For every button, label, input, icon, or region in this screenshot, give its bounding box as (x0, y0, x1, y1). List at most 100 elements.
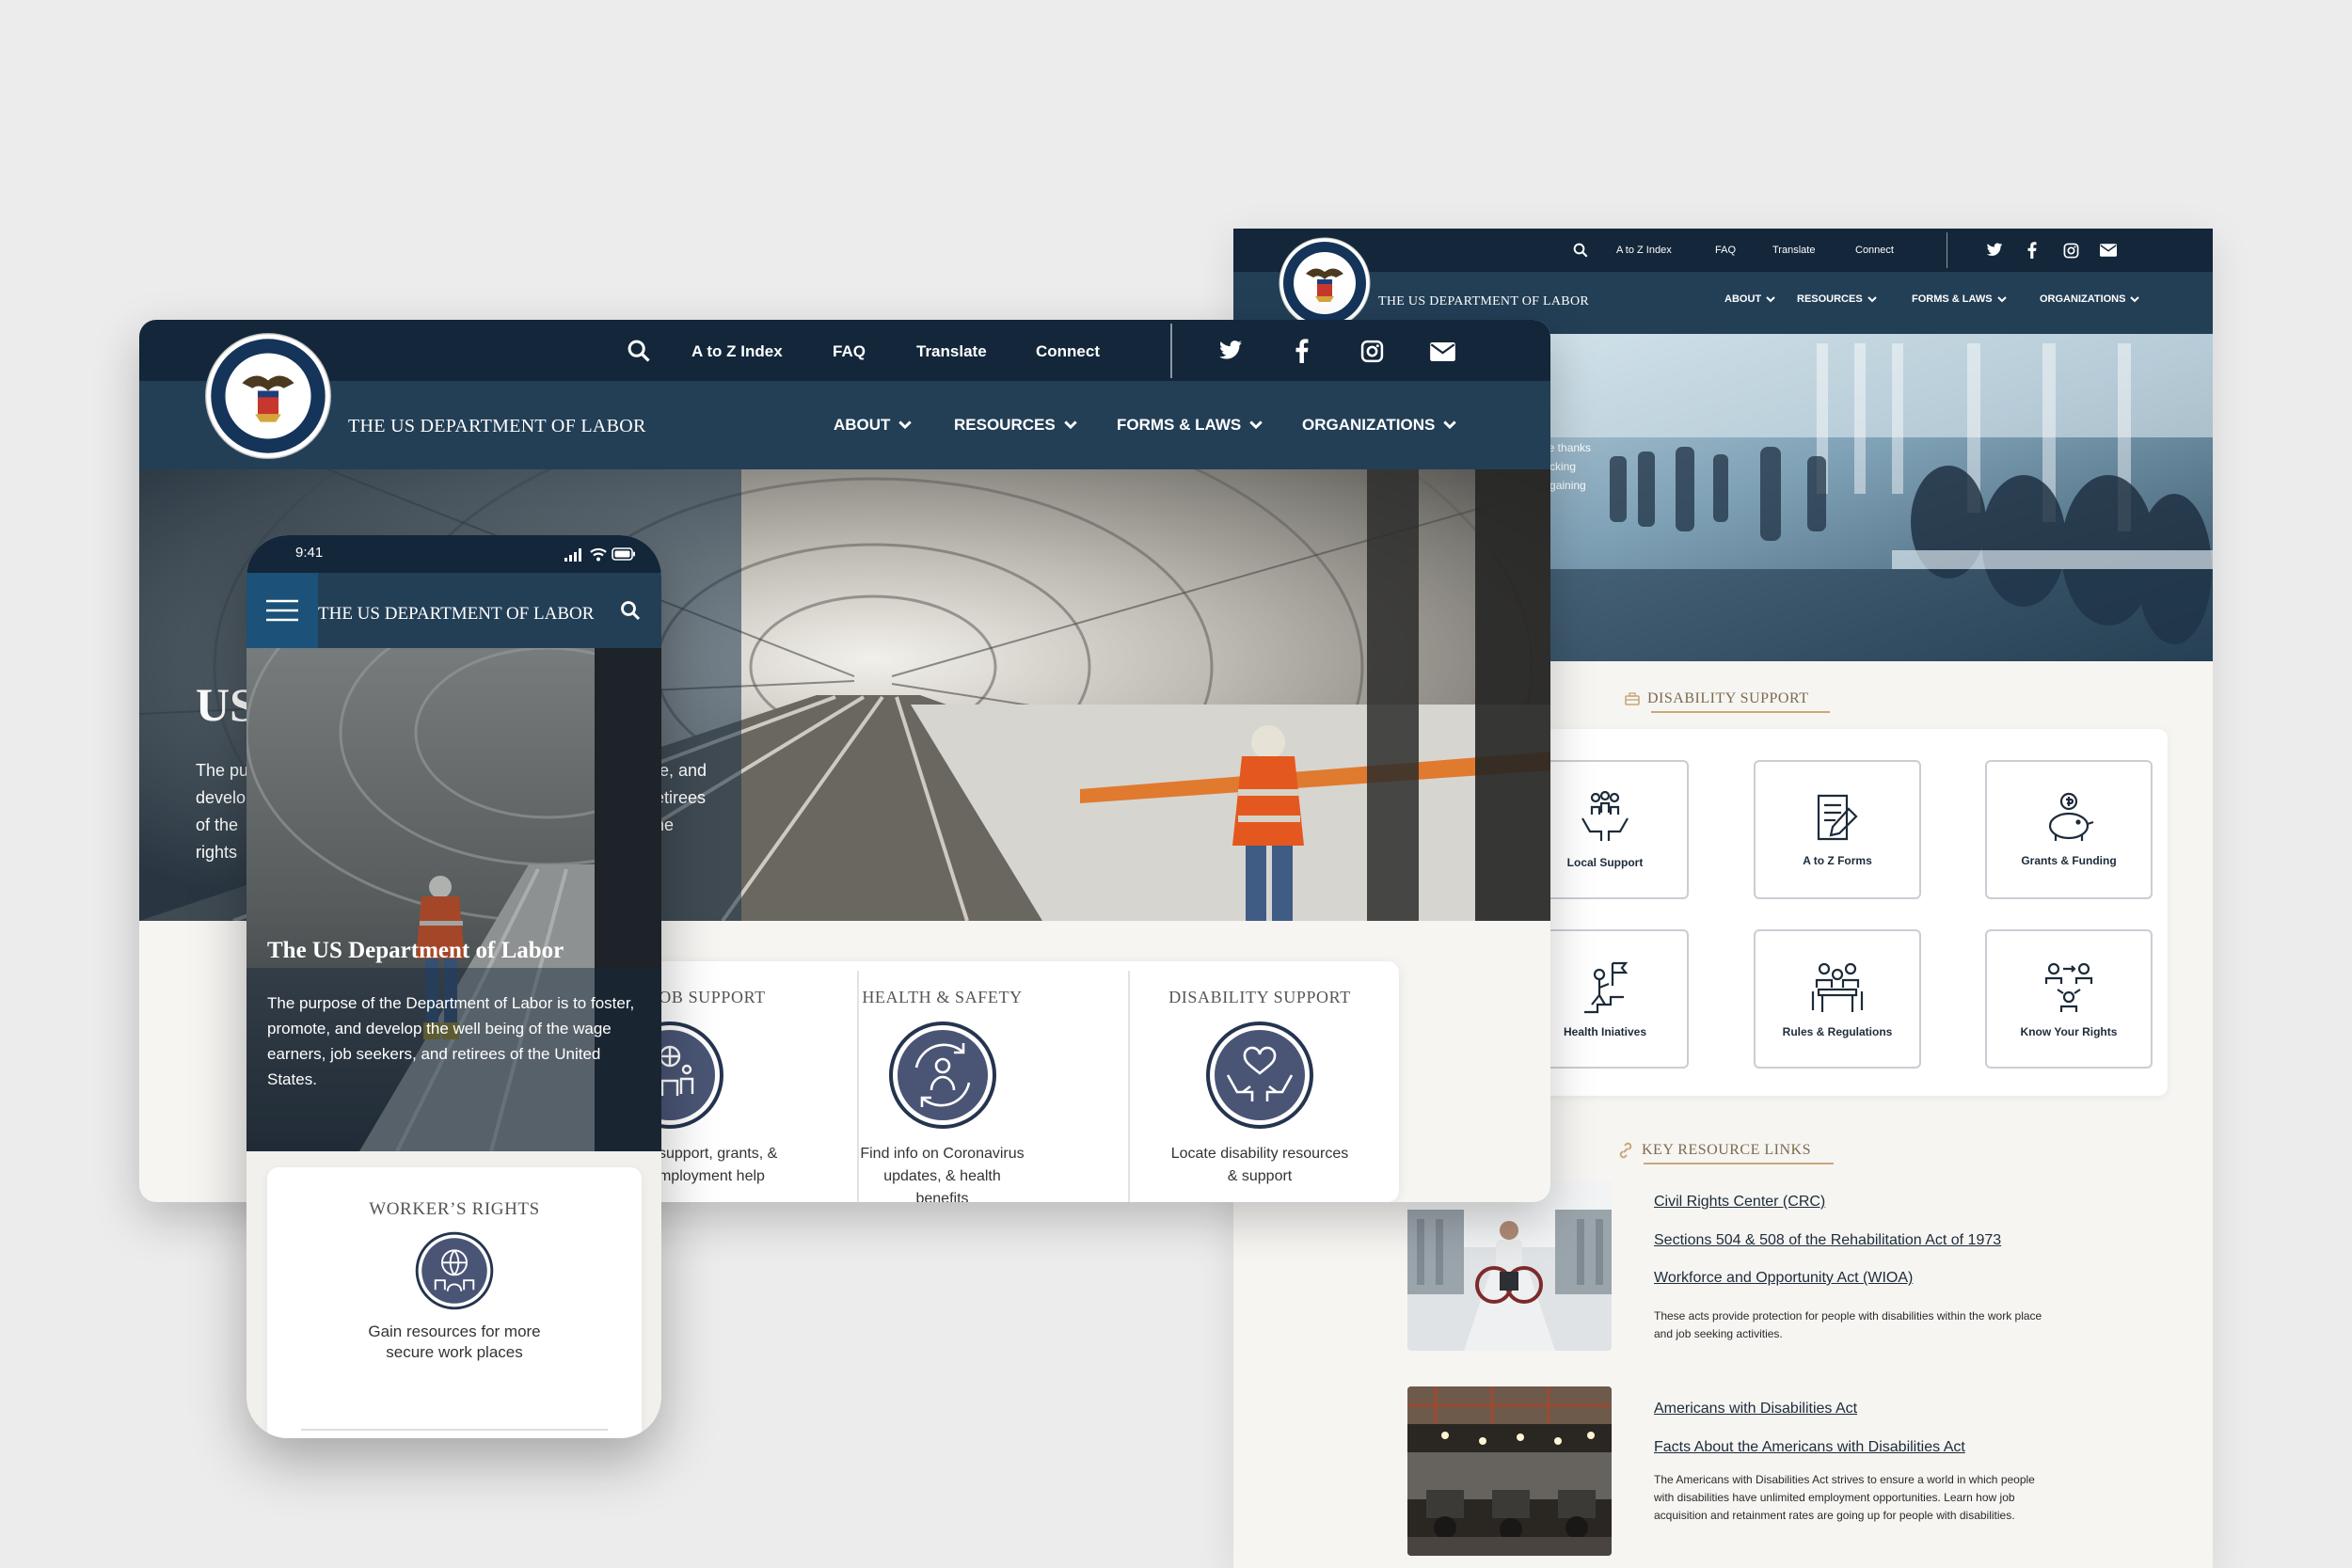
divider (1170, 324, 1172, 378)
heading-underline (1644, 1163, 1834, 1164)
card-a-to-z-forms[interactable]: A to Z Forms (1754, 760, 1921, 899)
link-ada[interactable]: Americans with Disabilities Act (1654, 1401, 1857, 1418)
card-heading: OB SUPPORT (659, 988, 766, 1006)
nav-about[interactable]: ABOUT (1724, 293, 1775, 305)
hero-title: The US Department of Labor (267, 938, 564, 963)
link-facts-ada[interactable]: Facts About the Americans with Disabilit… (1654, 1439, 1965, 1456)
hero-body: The purpose of the Department of Labor i… (267, 994, 635, 1088)
hands-people-icon (1581, 790, 1629, 841)
group1-description: These acts provide protection for people… (1654, 1309, 2042, 1340)
email-icon[interactable] (1430, 342, 1455, 361)
service-cards-panel: OB SUPPORT ob support, grants, & employm… (616, 961, 1399, 1202)
card-health-safety[interactable]: HEALTH & SAFETY Find info on Coronavirus… (860, 961, 1025, 1202)
card-text: Find info on Coronavirus updates, & heal… (860, 1146, 1025, 1202)
battery-icon (612, 547, 636, 561)
twitter-icon[interactable] (1218, 341, 1243, 361)
card-heading: DISABILITY SUPPORT (1168, 988, 1351, 1006)
utility-link-connect[interactable]: Connect (1036, 342, 1100, 361)
nav-forms-laws[interactable]: FORMS & LAWS (1117, 416, 1263, 435)
person-refresh-icon (888, 1021, 997, 1130)
card-text: Locate disability resources & support (1170, 1146, 1349, 1184)
section-title: DISABILITY SUPPORT (1647, 690, 1809, 706)
link-sections-504-508[interactable]: Sections 504 & 508 of the Rehabilitation… (1654, 1232, 2001, 1249)
status-time: 9:41 (295, 545, 324, 561)
card-rules-regulations[interactable]: Rules & Regulations (1754, 929, 1921, 1069)
chevron-down-icon (1867, 295, 1877, 302)
search-icon[interactable] (1572, 241, 1589, 260)
nav-label: ABOUT (1724, 293, 1762, 305)
menu-icon (266, 599, 298, 622)
instagram-icon[interactable] (2063, 241, 2079, 260)
utility-link-translate[interactable]: Translate (1772, 245, 1815, 256)
hero-body-right: te, and etirees he (655, 757, 707, 839)
heading-underline (1651, 711, 1830, 713)
utility-link-a-to-z[interactable]: A to Z Index (691, 342, 783, 361)
utility-link-faq[interactable]: FAQ (1715, 245, 1736, 256)
chevron-down-icon (1766, 295, 1775, 302)
utility-link-connect[interactable]: Connect (1855, 245, 1894, 256)
mobile-mockup: 9:41 THE US DEPARTMENT OF LABOR The US D… (246, 535, 661, 1438)
search-icon[interactable] (619, 599, 642, 622)
hamburger-menu-button[interactable] (246, 573, 318, 648)
card-workers-rights[interactable]: WORKER’S RIGHTS Gain resources for more … (267, 1167, 642, 1438)
card-label: Health Iniatives (1563, 1025, 1647, 1038)
instagram-icon[interactable] (1360, 340, 1384, 363)
card-label: Know Your Rights (2020, 1025, 2118, 1038)
utility-link-a-to-z[interactable]: A to Z Index (1616, 245, 1672, 256)
agency-name[interactable]: THE US DEPARTMENT OF LABOR (348, 416, 646, 437)
disability-support-heading: DISABILITY SUPPORT (1625, 690, 1830, 713)
heart-hands-icon (1205, 1021, 1314, 1130)
card-grants-funding[interactable]: Grants & Funding (1985, 760, 2153, 899)
nav-organizations[interactable]: ORGANIZATIONS (1302, 416, 1457, 435)
card-label: Rules & Regulations (1782, 1025, 1893, 1038)
twitter-icon[interactable] (1986, 241, 2003, 260)
nav-resources[interactable]: RESOURCES (1797, 293, 1877, 305)
facebook-icon[interactable] (1295, 339, 1309, 363)
utility-link-faq[interactable]: FAQ (833, 342, 866, 361)
link-civil-rights-center[interactable]: Civil Rights Center (CRC) (1654, 1194, 1825, 1211)
meeting-table-icon (1811, 962, 1864, 1012)
wifi-icon (589, 547, 608, 562)
chevron-down-icon (898, 420, 913, 430)
briefcase-icon (1625, 692, 1640, 705)
email-icon[interactable] (2100, 241, 2117, 260)
wheelchair-user-photo (1407, 1181, 1612, 1351)
document-pencil-icon (1817, 794, 1858, 841)
card-know-your-rights[interactable]: Know Your Rights (1985, 929, 2153, 1069)
link-icon (1619, 1142, 1632, 1159)
chevron-down-icon (2130, 295, 2140, 302)
chevron-down-icon (1443, 420, 1457, 430)
nav-resources[interactable]: RESOURCES (954, 416, 1078, 435)
nav-label: ABOUT (834, 416, 891, 434)
department-seal-logo[interactable] (203, 331, 333, 461)
person-flag-icon (1584, 961, 1629, 1014)
divider (1128, 971, 1130, 1202)
nav-label: FORMS & LAWS (1912, 293, 1993, 305)
agency-name[interactable]: THE US DEPARTMENT OF LABOR (1378, 294, 1589, 309)
department-seal-logo[interactable] (1278, 236, 1372, 330)
nav-organizations[interactable]: ORGANIZATIONS (2040, 293, 2140, 305)
people-exchange-icon (2044, 962, 2093, 1012)
link-wioa[interactable]: Workforce and Opportunity Act (WIOA) (1654, 1270, 1913, 1287)
card-disability-support[interactable]: DISABILITY SUPPORT Locate disability res… (1133, 961, 1387, 1202)
nav-label: ORGANIZATIONS (2040, 293, 2126, 305)
chevron-down-icon (1996, 295, 2007, 302)
globe-hands-icon (415, 1231, 494, 1310)
section-title: KEY RESOURCE LINKS (1642, 1142, 1811, 1158)
hero-line: etirees (655, 788, 707, 807)
app-title[interactable]: THE US DEPARTMENT OF LABOR (318, 604, 594, 625)
office-workers-photo (1407, 1386, 1612, 1556)
utility-link-translate[interactable]: Translate (916, 342, 987, 361)
card-label: A to Z Forms (1803, 854, 1872, 867)
divider (301, 1429, 608, 1431)
nav-forms-laws[interactable]: FORMS & LAWS (1912, 293, 2007, 305)
nav-label: RESOURCES (1797, 293, 1863, 305)
divider (857, 971, 859, 1202)
piggy-bank-icon (2048, 792, 2094, 841)
facebook-icon[interactable] (2027, 241, 2037, 260)
nav-label: FORMS & LAWS (1117, 416, 1242, 434)
nav-about[interactable]: ABOUT (834, 416, 913, 435)
nav-label: ORGANIZATIONS (1302, 416, 1436, 434)
search-icon[interactable] (626, 338, 652, 364)
card-text: Gain resources for more secure work plac… (368, 1323, 541, 1361)
